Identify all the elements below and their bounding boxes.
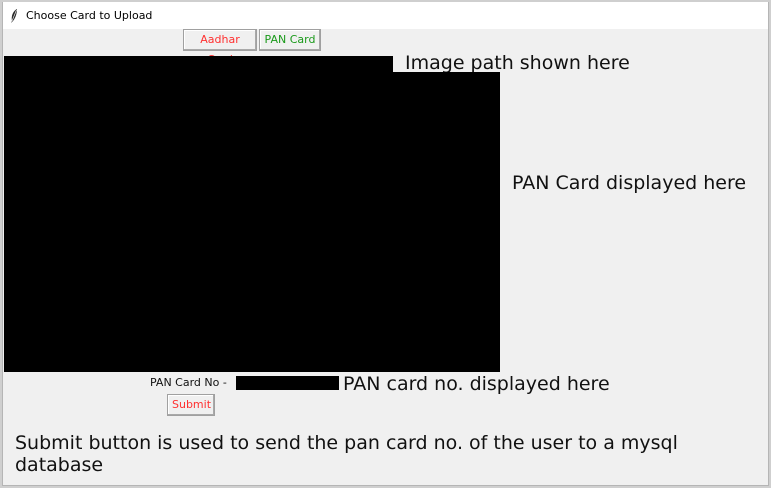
- window-title: Choose Card to Upload: [26, 9, 153, 22]
- card-image-canvas: [4, 72, 500, 372]
- submit-annotation: Submit button is used to send the pan ca…: [15, 432, 678, 476]
- pan-card-no-field: [236, 376, 339, 390]
- app-window: Choose Card to Upload Aadhar Card PAN Ca…: [2, 2, 769, 486]
- image-path-annotation: Image path shown here: [405, 52, 630, 74]
- pan-card-no-label: PAN Card No -: [150, 376, 227, 389]
- image-path-field: [4, 56, 393, 72]
- submit-button[interactable]: Submit: [167, 394, 215, 416]
- aadhar-card-button[interactable]: Aadhar Card: [183, 29, 257, 66]
- title-bar[interactable]: Choose Card to Upload: [3, 2, 768, 29]
- card-image-annotation: PAN Card displayed here: [512, 172, 747, 194]
- pan-card-no-annotation: PAN card no. displayed here: [343, 373, 610, 395]
- pan-card-button[interactable]: PAN Card: [259, 29, 321, 51]
- feather-icon: [11, 9, 17, 23]
